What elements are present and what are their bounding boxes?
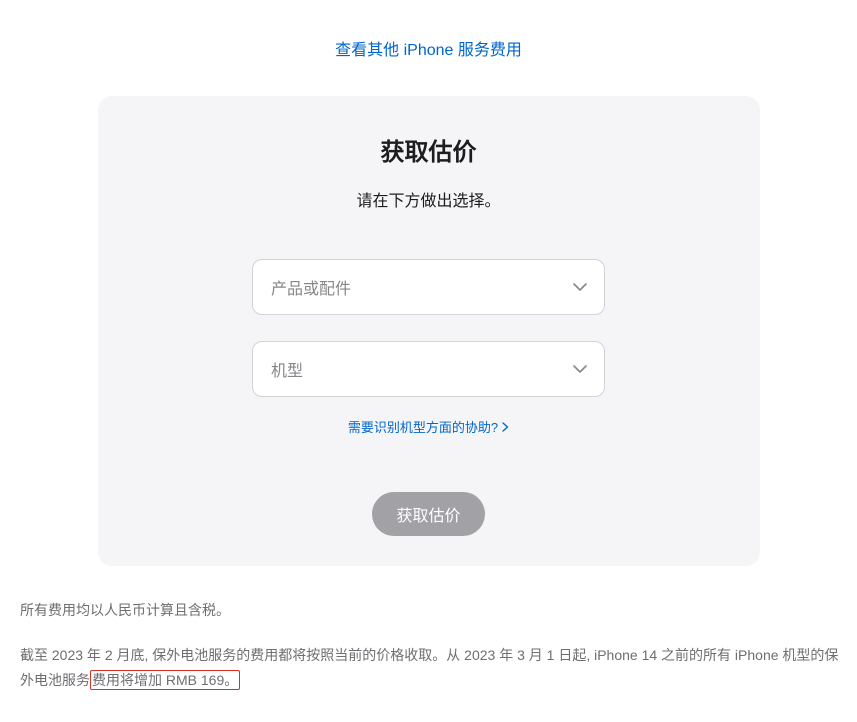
view-other-services-link[interactable]: 查看其他 iPhone 服务费用 [335, 36, 522, 60]
card-title: 获取估价 [381, 132, 477, 167]
footer-note-currency: 所有费用均以人民币计算且含税。 [20, 598, 847, 623]
chevron-right-icon [502, 422, 509, 432]
price-increase-highlight: 费用将增加 RMB 169。 [90, 670, 240, 690]
product-select[interactable]: 产品或配件 [252, 259, 605, 315]
footer: 所有费用均以人民币计算且含税。 截至 2023 年 2 月底, 保外电池服务的费… [10, 598, 847, 722]
help-link-text: 需要识别机型方面的协助? [348, 417, 498, 436]
card-subtitle: 请在下方做出选择。 [356, 187, 500, 211]
footer-note-price-change: 截至 2023 年 2 月底, 保外电池服务的费用都将按照当前的价格收取。从 2… [20, 643, 847, 693]
estimate-card: 获取估价 请在下方做出选择。 产品或配件 机型 需要识别机型方面的协助? 获取估… [98, 96, 760, 566]
model-select-wrapper: 机型 [252, 341, 605, 397]
product-select-wrapper: 产品或配件 [252, 259, 605, 315]
get-estimate-button[interactable]: 获取估价 [372, 492, 484, 536]
identify-model-help-link[interactable]: 需要识别机型方面的协助? [348, 417, 509, 436]
model-select[interactable]: 机型 [252, 341, 605, 397]
